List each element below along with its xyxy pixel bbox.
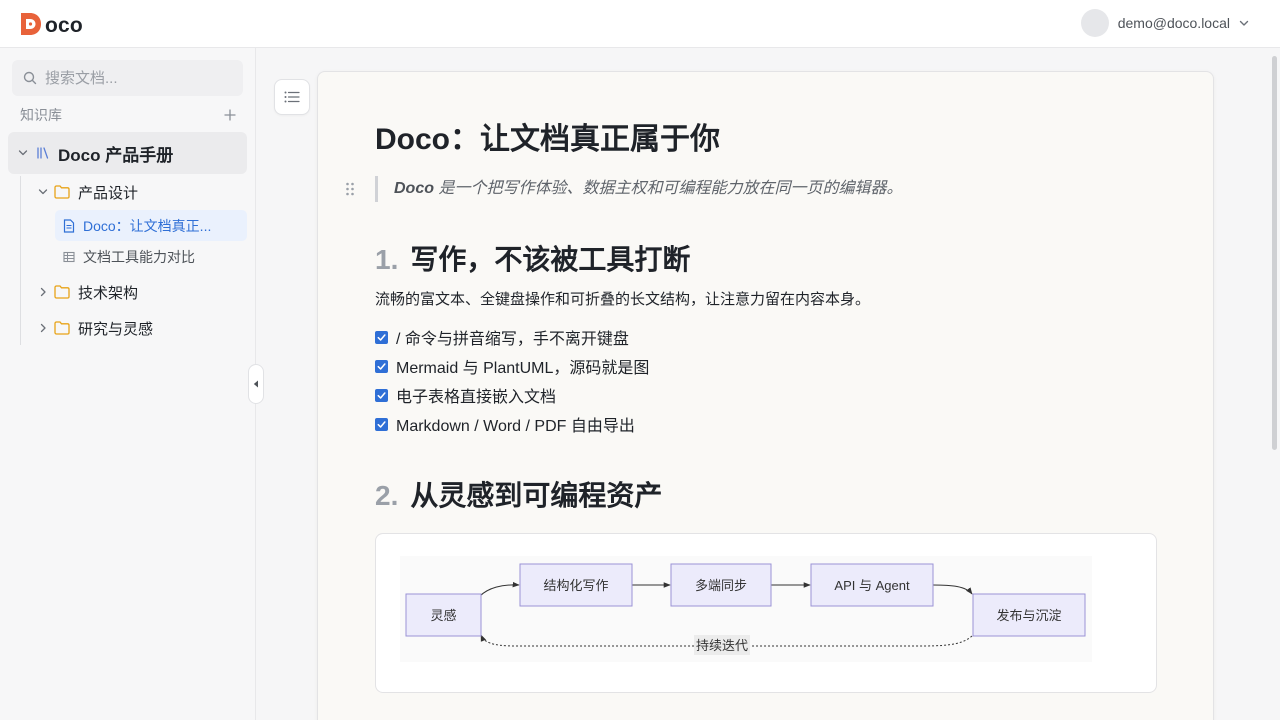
folder-icon [54, 321, 70, 335]
app-logo[interactable]: oco [18, 10, 83, 38]
task-text: Mermaid 与 PlantUML，源码就是图 [396, 360, 650, 377]
logo-text: oco [45, 14, 83, 37]
task-item[interactable]: Mermaid 与 PlantUML，源码就是图 [375, 354, 649, 378]
tree-item-label: 产品设计 [78, 184, 139, 202]
checkbox-checked[interactable] [375, 417, 388, 431]
quote-text: 是一个把写作体验、数据主权和可编程能力放在同一页的编辑器。 [434, 180, 903, 197]
tree-item-tech-architecture[interactable]: 技术架构 [38, 281, 138, 303]
tree-item-doco-doc[interactable]: Doco：让文档真正... [55, 210, 247, 241]
task-text: 电子表格直接嵌入文档 [396, 389, 557, 406]
tree-item-label: 技术架构 [78, 284, 139, 302]
tree-item-research[interactable]: 研究与灵感 [38, 317, 153, 339]
section-number: 1. [375, 244, 399, 275]
flow-node-label: API 与 Agent [834, 578, 910, 593]
section-title: 写作，不该被工具打断 [410, 244, 691, 275]
tree-item-label: Doco：让文档真正... [83, 217, 212, 234]
chevron-down-icon [1239, 20, 1249, 26]
tree-root-label: Doco 产品手册 [58, 145, 174, 165]
sidebar: 知识库 Doco 产品手册 产品设计 Doco：让文档真正... 文档工具能力对… [0, 48, 256, 720]
avatar [1080, 9, 1109, 37]
add-knowledge-base-icon[interactable] [224, 109, 236, 121]
tree-item-label: 文档工具能力对比 [83, 249, 195, 265]
tree-root-product-manual[interactable]: Doco 产品手册 [8, 132, 247, 174]
check-icon [377, 362, 386, 370]
task-text: Markdown / Word / PDF 自由导出 [396, 418, 635, 435]
task-item[interactable]: Markdown / Word / PDF 自由导出 [375, 412, 635, 436]
check-icon [377, 391, 386, 399]
checkbox-checked[interactable] [375, 330, 388, 344]
mermaid-diagram-block[interactable]: 灵感 结构化写作 多端同步 API 与 Agent 发布与沉淀 持续迭代 [375, 533, 1157, 693]
knowledge-base-title: 知识库 [20, 107, 62, 123]
list-icon [284, 91, 300, 103]
collapse-sidebar-button[interactable] [248, 364, 264, 404]
search-icon [23, 71, 37, 85]
task-item[interactable]: / 命令与拼音缩写，手不离开键盘 [375, 325, 629, 349]
task-item[interactable]: 电子表格直接嵌入文档 [375, 383, 556, 407]
chevron-down-icon[interactable] [18, 148, 28, 158]
quote-bold: Doco [394, 180, 434, 197]
flow-node-label: 结构化写作 [543, 578, 608, 593]
toc-button[interactable] [274, 79, 310, 115]
paragraph[interactable]: 流畅的富文本、全键盘操作和可折叠的长文结构，让注意力留在内容本身。 [375, 288, 870, 309]
knowledge-base-header: 知识库 [20, 105, 236, 125]
search-input[interactable] [45, 69, 225, 87]
top-bar: oco demo@doco.local [0, 0, 1280, 48]
section-title: 从灵感到可编程资产 [410, 480, 663, 511]
chevron-down-icon[interactable] [38, 187, 48, 197]
scrollbar-thumb[interactable] [1272, 56, 1277, 450]
table-icon [63, 251, 75, 263]
tree-item-tool-comparison[interactable]: 文档工具能力对比 [63, 247, 195, 267]
caret-left-icon [253, 380, 258, 388]
chevron-right-icon[interactable] [38, 323, 48, 333]
user-email: demo@doco.local [1117, 15, 1230, 31]
flow-node-label: 灵感 [430, 608, 456, 623]
folder-icon [54, 285, 70, 299]
check-icon [377, 333, 386, 341]
check-icon [377, 420, 386, 428]
folder-icon [54, 185, 70, 199]
loop-label: 持续迭代 [696, 638, 748, 653]
user-menu[interactable]: demo@doco.local [1080, 9, 1250, 37]
section-heading-1[interactable]: 1. 写作，不该被工具打断 [375, 238, 690, 278]
scrollbar[interactable] [1270, 48, 1280, 720]
main-area: Doco：让文档真正属于你 Doco 是一个把写作体验、数据主权和可编程能力放在… [256, 48, 1280, 720]
library-icon [37, 147, 49, 159]
document-title[interactable]: Doco：让文档真正属于你 [375, 114, 720, 158]
section-number: 2. [375, 480, 399, 511]
flow-node-label: 多端同步 [695, 578, 747, 593]
chevron-right-icon[interactable] [38, 287, 48, 297]
blockquote[interactable]: Doco 是一个把写作体验、数据主权和可编程能力放在同一页的编辑器。 [375, 176, 902, 202]
task-text: / 命令与拼音缩写，手不离开键盘 [396, 331, 629, 348]
checkbox-checked[interactable] [375, 359, 388, 373]
document-icon [63, 218, 75, 233]
tree-guide-line [20, 176, 21, 345]
drag-handle-icon[interactable] [345, 181, 355, 197]
flowchart-diagram: 灵感 结构化写作 多端同步 API 与 Agent 发布与沉淀 持续迭代 [400, 556, 1092, 662]
flow-node-label: 发布与沉淀 [996, 608, 1061, 623]
tree-item-product-design[interactable]: 产品设计 [38, 181, 138, 203]
logo-mark-icon [18, 11, 44, 37]
search-box[interactable] [12, 60, 243, 96]
section-heading-2[interactable]: 2. 从灵感到可编程资产 [375, 474, 662, 514]
document-page: Doco：让文档真正属于你 Doco 是一个把写作体验、数据主权和可编程能力放在… [317, 71, 1214, 720]
checkbox-checked[interactable] [375, 388, 388, 402]
tree-item-label: 研究与灵感 [78, 320, 154, 338]
